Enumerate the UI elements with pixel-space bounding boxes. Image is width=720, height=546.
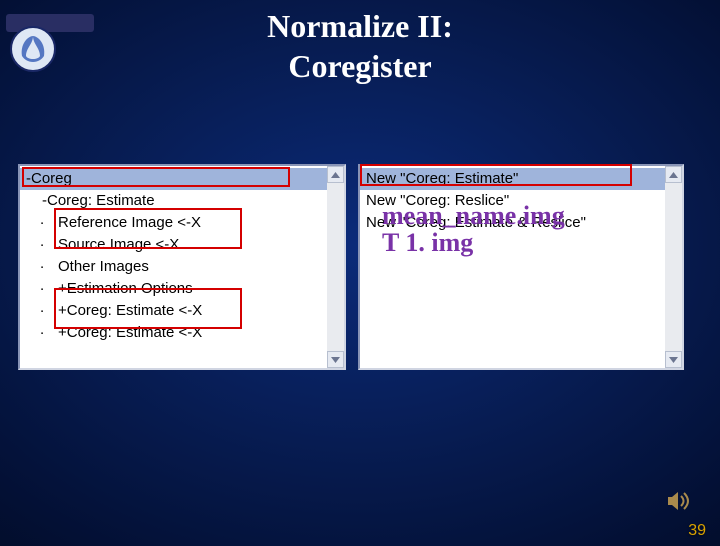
- left-scrollbar[interactable]: [327, 166, 344, 368]
- tree-root-coreg[interactable]: -Coreg: [20, 168, 327, 190]
- sound-icon: [666, 489, 692, 518]
- scroll-up-icon[interactable]: [327, 166, 344, 183]
- new-module-list: New "Coreg: Estimate" New "Coreg: Reslic…: [360, 166, 665, 368]
- right-scrollbar[interactable]: [665, 166, 682, 368]
- scroll-up-icon[interactable]: [665, 166, 682, 183]
- new-module-panel: New "Coreg: Estimate" New "Coreg: Reslic…: [358, 164, 684, 370]
- institution-logo: [6, 14, 94, 72]
- tree-coreg-estimate-3[interactable]: +Coreg: Estimate <-X: [20, 322, 327, 344]
- list-new-coreg-reslice[interactable]: New "Coreg: Reslice": [360, 190, 665, 212]
- tree-estimation-options[interactable]: +Estimation Options: [20, 278, 327, 300]
- tree-reference-image[interactable]: Reference Image <-X: [20, 212, 327, 234]
- scroll-down-icon[interactable]: [327, 351, 344, 368]
- tree-source-image[interactable]: Source Image <-X: [20, 234, 327, 256]
- tree-coreg-estimate-2[interactable]: +Coreg: Estimate <-X: [20, 300, 327, 322]
- scroll-down-icon[interactable]: [665, 351, 682, 368]
- tree-other-images[interactable]: Other Images: [20, 256, 327, 278]
- slide-title-line1: Normalize II:: [267, 8, 453, 44]
- slide-title-line2: Coregister: [288, 48, 431, 84]
- slide-title: Normalize II: Coregister: [0, 6, 720, 86]
- slide-number: 39: [688, 522, 706, 540]
- list-new-coreg-estimate[interactable]: New "Coreg: Estimate": [360, 168, 665, 190]
- coreg-tree-panel: -Coreg -Coreg: Estimate Reference Image …: [18, 164, 346, 370]
- panels-container: -Coreg -Coreg: Estimate Reference Image …: [18, 164, 690, 370]
- tree-coreg-estimate[interactable]: -Coreg: Estimate: [20, 190, 327, 212]
- coreg-tree: -Coreg -Coreg: Estimate Reference Image …: [20, 166, 327, 368]
- list-new-coreg-est-reslice[interactable]: New "Coreg: Estimate & Reslice": [360, 212, 665, 234]
